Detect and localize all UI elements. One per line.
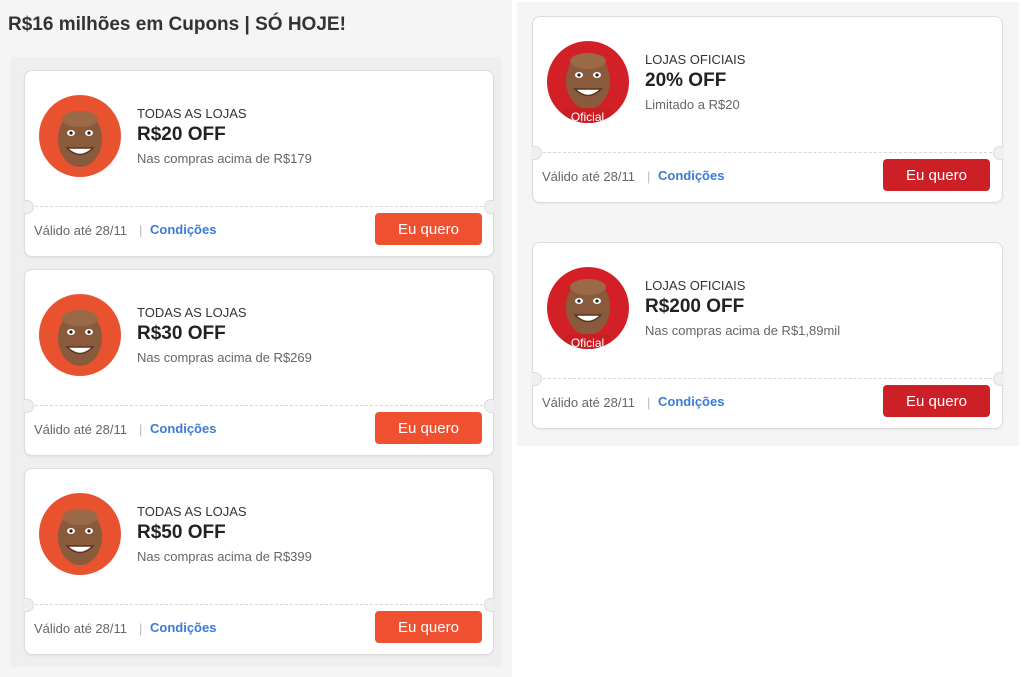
coupon-scope: TODAS AS LOJAS bbox=[137, 305, 247, 320]
dashed-divider bbox=[35, 604, 483, 605]
coupon-amount: 20% OFF bbox=[645, 70, 727, 91]
claim-coupon-button[interactable]: Eu quero bbox=[375, 412, 482, 444]
page-title: R$16 milhões em Cupons | SÓ HOJE! bbox=[8, 14, 346, 35]
ticket-notch bbox=[24, 200, 34, 214]
claim-coupon-button[interactable]: Eu quero bbox=[883, 385, 990, 417]
separator: | bbox=[647, 169, 651, 184]
conditions-link[interactable]: Condições bbox=[658, 168, 724, 183]
dashed-divider bbox=[35, 206, 483, 207]
validity-text: Válido até 28/11 bbox=[34, 621, 127, 636]
validity-text: Válido até 28/11 bbox=[34, 223, 127, 238]
ticket-notch bbox=[24, 598, 34, 612]
ticket-notch bbox=[484, 598, 494, 612]
conditions-link[interactable]: Condições bbox=[150, 222, 216, 237]
avatar bbox=[39, 95, 121, 177]
coupon-condition: Nas compras acima de R$269 bbox=[137, 350, 312, 365]
avatar bbox=[39, 493, 121, 575]
coupon-amount: R$200 OFF bbox=[645, 296, 745, 317]
validity-text: Válido até 28/11 bbox=[34, 422, 127, 437]
avatar: Oficial bbox=[547, 41, 629, 123]
claim-coupon-button[interactable]: Eu quero bbox=[883, 159, 990, 191]
claim-coupon-button[interactable]: Eu quero bbox=[375, 611, 482, 643]
coupon-list-right: Oficial LOJAS OFICIAIS 20% OFF Limitado … bbox=[517, 2, 1019, 446]
face-icon bbox=[58, 509, 102, 565]
conditions-link[interactable]: Condições bbox=[658, 394, 724, 409]
dashed-divider bbox=[543, 152, 992, 153]
coupon-condition: Nas compras acima de R$1,89mil bbox=[645, 323, 841, 338]
coupon-amount: R$30 OFF bbox=[137, 323, 226, 344]
coupon-card: TODAS AS LOJAS R$30 OFF Nas compras acim… bbox=[24, 269, 494, 456]
coupon-scope: TODAS AS LOJAS bbox=[137, 106, 247, 121]
coupon-card: TODAS AS LOJAS R$20 OFF Nas compras acim… bbox=[24, 70, 494, 257]
dashed-divider bbox=[35, 405, 483, 406]
ticket-notch bbox=[484, 200, 494, 214]
ticket-notch bbox=[532, 372, 542, 386]
coupon-list-left: TODAS AS LOJAS R$20 OFF Nas compras acim… bbox=[10, 57, 502, 667]
coupon-amount: R$20 OFF bbox=[137, 124, 226, 145]
coupon-condition: Limitado a R$20 bbox=[645, 97, 740, 112]
conditions-link[interactable]: Condições bbox=[150, 620, 216, 635]
avatar: Oficial bbox=[547, 267, 629, 349]
coupon-amount: R$50 OFF bbox=[137, 522, 226, 543]
coupon-condition: Nas compras acima de R$179 bbox=[137, 151, 312, 166]
coupon-scope: LOJAS OFICIAIS bbox=[645, 52, 746, 67]
separator: | bbox=[139, 621, 143, 636]
separator: | bbox=[139, 223, 143, 238]
official-badge: Oficial bbox=[564, 108, 611, 123]
ticket-notch bbox=[532, 146, 542, 160]
coupon-condition: Nas compras acima de R$399 bbox=[137, 549, 312, 564]
coupon-scope: TODAS AS LOJAS bbox=[137, 504, 247, 519]
face-icon bbox=[58, 111, 102, 167]
separator: | bbox=[139, 422, 143, 437]
coupon-card: Oficial LOJAS OFICIAIS R$200 OFF Nas com… bbox=[532, 242, 1003, 429]
claim-coupon-button[interactable]: Eu quero bbox=[375, 213, 482, 245]
validity-text: Válido até 28/11 bbox=[542, 395, 635, 410]
separator: | bbox=[647, 395, 651, 410]
ticket-notch bbox=[993, 146, 1003, 160]
dashed-divider bbox=[543, 378, 992, 379]
ticket-notch bbox=[993, 372, 1003, 386]
coupon-card: TODAS AS LOJAS R$50 OFF Nas compras acim… bbox=[24, 468, 494, 655]
coupon-scope: LOJAS OFICIAIS bbox=[645, 278, 746, 293]
validity-text: Válido até 28/11 bbox=[542, 169, 635, 184]
official-badge: Oficial bbox=[564, 334, 611, 349]
conditions-link[interactable]: Condições bbox=[150, 421, 216, 436]
ticket-notch bbox=[484, 399, 494, 413]
left-panel: R$16 milhões em Cupons | SÓ HOJE! TODAS … bbox=[0, 0, 512, 677]
avatar bbox=[39, 294, 121, 376]
ticket-notch bbox=[24, 399, 34, 413]
coupon-card: Oficial LOJAS OFICIAIS 20% OFF Limitado … bbox=[532, 16, 1003, 203]
face-icon bbox=[58, 310, 102, 366]
